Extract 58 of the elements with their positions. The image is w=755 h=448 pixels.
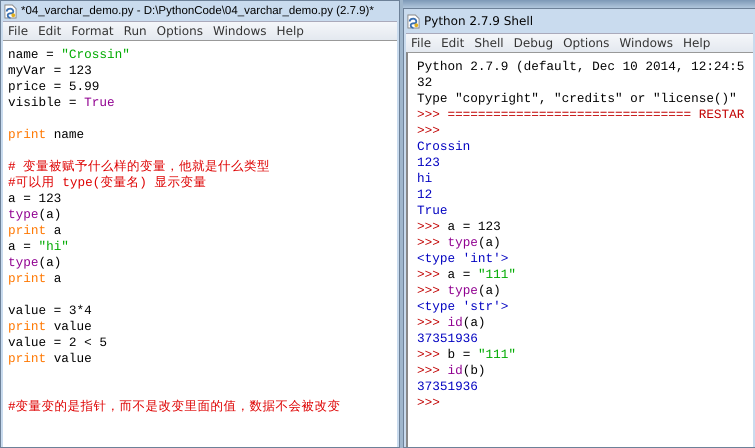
code-line: myVar = 123 xyxy=(8,63,92,79)
shell-line: >>> b = "111" xyxy=(417,347,516,363)
code-line: print a xyxy=(8,271,62,287)
shell-line: >>> a = 123 xyxy=(417,219,501,235)
shell-line: >>> xyxy=(417,123,440,139)
window-title: *04_varchar_demo.py - D:\PythonCode\04_varchar_demo.py (2.7.9)* xyxy=(21,5,374,17)
shell-line: 37351936 xyxy=(417,331,478,347)
code-line: type(a) xyxy=(8,255,62,271)
code-line: #变量变的是指针，而不是改变里面的值，数据不会被改变 xyxy=(8,399,341,415)
code-line: print name xyxy=(8,127,84,143)
code-line: visible = True xyxy=(8,95,115,111)
shell-line: 37351936 xyxy=(417,379,478,395)
code-line: name = "Crossin" xyxy=(8,47,130,63)
menu-item[interactable]: Edit xyxy=(436,36,470,50)
menu-item[interactable]: File xyxy=(3,24,34,38)
menu-item[interactable]: Help xyxy=(678,36,716,50)
code-line: type(a) xyxy=(8,207,62,223)
python-file-icon xyxy=(407,14,420,28)
menu-item[interactable]: Debug xyxy=(508,36,558,50)
shell-line: >>> id(a) xyxy=(417,315,486,331)
menu-item[interactable]: Edit xyxy=(33,24,66,38)
code-line: print a xyxy=(8,223,62,239)
window-title: Python 2.7.9 Shell xyxy=(424,14,534,28)
shell-line: 12 xyxy=(417,187,432,203)
menu-item[interactable]: Options xyxy=(558,36,614,50)
shell-line: >>> ================================ RESTAR xyxy=(417,107,744,123)
menu-item[interactable]: File xyxy=(406,36,436,50)
shell-line: 32 xyxy=(417,75,432,91)
shell-line: >>> type(a) xyxy=(417,283,501,299)
shell-line: <type 'int'> xyxy=(417,251,508,267)
shell-line: >>> xyxy=(417,395,440,411)
shell-line: True xyxy=(417,203,448,219)
menu-item[interactable]: Run xyxy=(118,24,152,38)
code-line: # 变量被赋予什么样的变量，他就是什么类型 xyxy=(8,159,270,175)
shell-line: >>> id(b) xyxy=(417,363,486,379)
python-file-icon xyxy=(4,4,17,18)
code-line: value = 3*4 xyxy=(8,303,92,319)
menu-item[interactable]: Windows xyxy=(208,24,272,38)
shell-line: Python 2.7.9 (default, Dec 10 2014, 12:24:5 xyxy=(417,59,744,75)
code-line: price = 5.99 xyxy=(8,79,100,95)
menu-item[interactable]: Windows xyxy=(614,36,678,50)
code-line: a = 123 xyxy=(8,191,62,207)
shell-line: <type 'str'> xyxy=(417,299,508,315)
shell-line: hi xyxy=(417,171,432,187)
menu-item[interactable]: Shell xyxy=(469,36,509,50)
code-line: print value xyxy=(8,319,92,335)
shell-line: Type "copyright", "credits" or "license()" xyxy=(417,91,737,107)
menu-item[interactable]: Help xyxy=(272,24,309,38)
code-line: #可以用 type(变量名) 显示变量 xyxy=(8,175,207,191)
code-line: a = "hi" xyxy=(8,239,69,255)
menu-item[interactable]: Options xyxy=(152,24,208,38)
code-line: print value xyxy=(8,351,92,367)
shell-line: >>> type(a) xyxy=(417,235,501,251)
code-line: value = 2 < 5 xyxy=(8,335,107,351)
shell-line: 123 xyxy=(417,155,440,171)
shell-line: Crossin xyxy=(417,139,470,155)
menu-item[interactable]: Format xyxy=(66,24,119,38)
shell-line: >>> a = "111" xyxy=(417,267,516,283)
